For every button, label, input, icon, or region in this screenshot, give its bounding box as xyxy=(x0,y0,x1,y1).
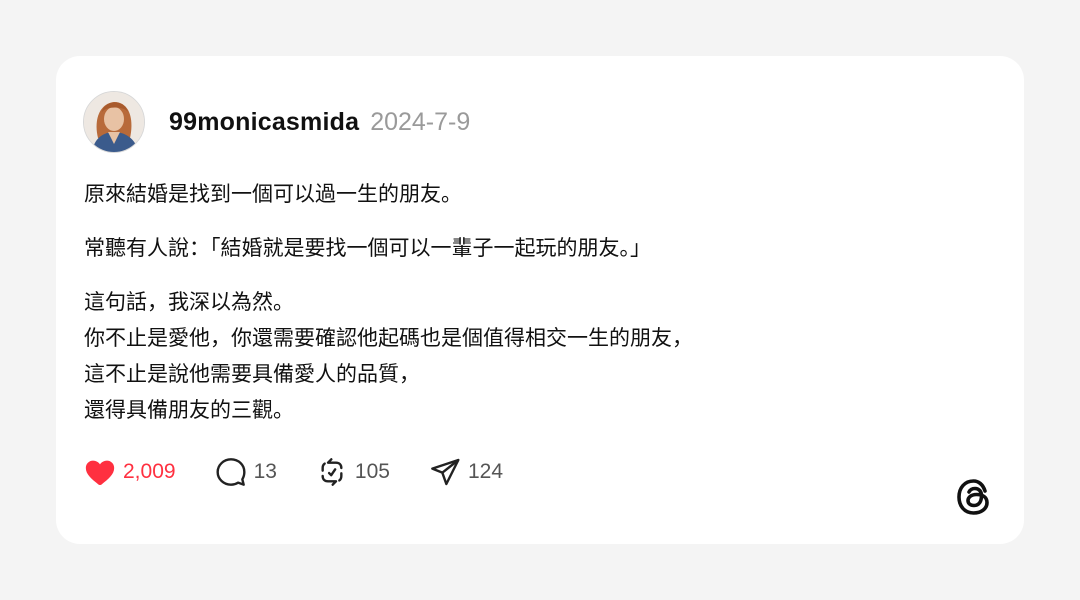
comment-button[interactable]: 13 xyxy=(214,455,277,489)
share-count: 124 xyxy=(467,460,504,483)
post-date: 2024-7-9 xyxy=(370,107,471,136)
action-bar: 2,009 13 105 124 xyxy=(83,454,541,490)
repost-icon xyxy=(315,455,349,489)
text-line: 你不止是愛他，你還需要確認他起碼也是個值得相交一生的朋友， xyxy=(84,326,693,350)
username[interactable]: 99monicasmida xyxy=(169,108,359,137)
paragraph-1: 原來結婚是找到一個可以過一生的朋友。 xyxy=(84,176,984,212)
share-button[interactable]: 124 xyxy=(428,455,503,489)
heart-icon xyxy=(83,455,117,489)
avatar-photo-icon xyxy=(84,92,144,152)
text-line: 常聽有人說：「結婚就是要找一個可以一輩子一起玩的朋友。」 xyxy=(84,236,651,260)
post-card: 99monicasmida 2024-7-9 原來結婚是找到一個可以過一生的朋友… xyxy=(56,56,1024,544)
like-button[interactable]: 2,009 xyxy=(83,455,176,489)
text-line: 這不止是說他需要具備愛人的品質， xyxy=(84,362,420,386)
repost-count: 105 xyxy=(354,460,390,483)
like-count: 2,009 xyxy=(123,460,176,483)
post-header: 99monicasmida 2024-7-9 xyxy=(83,91,470,153)
text-line: 這句話，我深以為然。 xyxy=(84,290,294,314)
text-line: 還得具備朋友的三觀。 xyxy=(84,398,294,422)
text-line: 原來結婚是找到一個可以過一生的朋友。 xyxy=(84,182,462,206)
avatar[interactable] xyxy=(83,91,145,153)
comment-count: 13 xyxy=(253,460,277,483)
threads-logo-icon xyxy=(954,476,996,518)
paragraph-3: 這句話，我深以為然。 你不止是愛他，你還需要確認他起碼也是個值得相交一生的朋友，… xyxy=(84,284,984,428)
comment-bubble-icon xyxy=(214,455,248,489)
send-icon xyxy=(428,455,462,489)
post-body: 原來結婚是找到一個可以過一生的朋友。 常聽有人說：「結婚就是要找一個可以一輩子一… xyxy=(84,176,984,446)
repost-button[interactable]: 105 xyxy=(315,455,390,489)
paragraph-2: 常聽有人說：「結婚就是要找一個可以一輩子一起玩的朋友。」 xyxy=(84,230,984,266)
